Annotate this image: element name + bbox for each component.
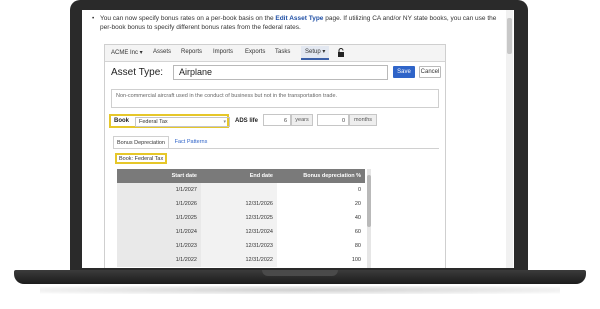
cell-start-date[interactable]: 1/1/2027 (117, 183, 201, 197)
book-selector-highlight: Book Federal Tax ▾ (109, 114, 230, 128)
book-select-value: Federal Tax (139, 119, 168, 125)
cell-end-date[interactable] (201, 183, 277, 197)
cell-end-date[interactable]: 12/31/2023 (201, 239, 277, 253)
release-note-text: You can now specify bonus rates on a per… (92, 14, 504, 32)
asset-type-name-input[interactable]: Airplane (173, 65, 388, 80)
table-row[interactable]: 1/1/2026 12/31/2026 20 (117, 197, 365, 211)
table-scrollbar-thumb[interactable] (367, 175, 371, 227)
cell-bonus-pct[interactable]: 100 (277, 253, 365, 267)
bullet-dot: • (92, 15, 95, 22)
ads-months-input[interactable]: 0 (317, 114, 349, 126)
book-caption: Book: Federal Tax (115, 153, 167, 164)
cell-bonus-pct[interactable]: 40 (277, 211, 365, 225)
nav-setup[interactable]: Setup ▾ (301, 46, 330, 60)
table-row[interactable]: 1/1/2025 12/31/2025 40 (117, 211, 365, 225)
cell-bonus-pct[interactable]: 0 (277, 183, 365, 197)
cell-bonus-pct[interactable]: 20 (277, 197, 365, 211)
ads-months-unit: months (349, 114, 377, 126)
cell-start-date[interactable]: 1/1/2026 (117, 197, 201, 211)
cell-end-date[interactable]: 12/31/2022 (201, 253, 277, 267)
cell-start-date[interactable]: 1/1/2022 (117, 253, 201, 267)
table-scrollbar[interactable] (367, 169, 371, 268)
cell-end-date[interactable]: 12/31/2026 (201, 197, 277, 211)
note-text-before: You can now specify bonus rates on a per… (100, 15, 276, 22)
nav-assets[interactable]: Assets (153, 49, 171, 55)
asset-type-label: Asset Type: (111, 67, 164, 78)
table-header-row: Start date End date Bonus depreciation % (117, 169, 365, 183)
cell-bonus-pct[interactable]: 60 (277, 225, 365, 239)
book-label: Book (114, 118, 129, 124)
book-select[interactable]: Federal Tax ▾ (135, 117, 230, 127)
table-row[interactable]: 1/1/2023 12/31/2023 80 (117, 239, 365, 253)
table-row[interactable]: 1/1/2022 12/31/2022 100 (117, 253, 365, 267)
nav-imports[interactable]: Imports (213, 49, 233, 55)
col-header-bonus-pct[interactable]: Bonus depreciation % (277, 169, 365, 183)
cell-bonus-pct[interactable]: 80 (277, 239, 365, 253)
cell-end-date[interactable]: 12/31/2025 (201, 211, 277, 225)
cell-start-date[interactable]: 1/1/2024 (117, 225, 201, 239)
ads-years-unit: years (291, 114, 313, 126)
laptop-notch (262, 270, 338, 276)
chevron-down-icon: ▾ (223, 119, 226, 125)
cell-end-date[interactable]: 12/31/2024 (201, 225, 277, 239)
ads-life-label: ADS life (235, 118, 259, 124)
table-row[interactable]: 1/1/2027 0 (117, 183, 365, 197)
nav-tasks[interactable]: Tasks (275, 49, 290, 55)
top-navbar: ACME Inc ▾ Assets Reports Imports Export… (105, 45, 445, 62)
nav-reports[interactable]: Reports (181, 49, 202, 55)
cancel-button[interactable]: Cancel (419, 66, 441, 78)
app-window: ACME Inc ▾ Assets Reports Imports Export… (104, 44, 446, 268)
laptop-screen: • You can now specify bonus rates on a p… (82, 10, 514, 268)
page-scrollbar-thumb[interactable] (507, 18, 512, 54)
page-scrollbar[interactable] (506, 10, 513, 268)
tab-divider (113, 148, 439, 149)
save-button[interactable]: Save (393, 66, 415, 78)
release-note: • You can now specify bonus rates on a p… (92, 14, 504, 32)
table-row[interactable]: 1/1/2024 12/31/2024 60 (117, 225, 365, 239)
cell-start-date[interactable]: 1/1/2025 (117, 211, 201, 225)
ads-years-input[interactable]: 6 (263, 114, 291, 126)
col-header-start-date[interactable]: Start date (117, 169, 201, 183)
edit-asset-type-link[interactable]: Edit Asset Type (275, 15, 323, 22)
nav-company-menu[interactable]: ACME Inc ▾ (111, 49, 143, 56)
laptop-shadow (40, 286, 560, 294)
tab-fact-patterns[interactable]: Fact Patterns (169, 136, 213, 148)
unlock-icon[interactable] (337, 48, 345, 57)
cell-start-date[interactable]: 1/1/2023 (117, 239, 201, 253)
col-header-end-date[interactable]: End date (201, 169, 277, 183)
description-textarea[interactable]: Non-commercial aircraft used in the cond… (111, 89, 439, 108)
nav-exports[interactable]: Exports (245, 49, 265, 55)
